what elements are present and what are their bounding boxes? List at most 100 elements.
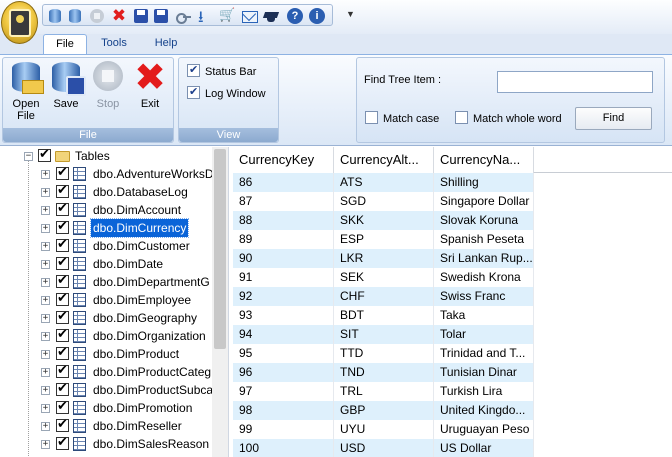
tree-scroll-thumb[interactable]	[214, 149, 226, 349]
cell-currency-alternate-key[interactable]: LKR	[334, 249, 434, 268]
cell-currency-name[interactable]: Tolar	[434, 325, 534, 344]
open-database-icon[interactable]	[47, 8, 63, 24]
expand-icon[interactable]: +	[41, 440, 50, 449]
tree-item[interactable]: + dbo.DimEmployee	[0, 290, 228, 309]
table-row[interactable]: 94 SIT Tolar	[233, 325, 534, 344]
tree-item[interactable]: + dbo.DimProductSubca	[0, 380, 228, 399]
column-header-currency-alternate-key[interactable]: CurrencyAlt...	[334, 147, 434, 173]
tree-checkbox[interactable]	[56, 272, 69, 290]
cell-currency-key[interactable]: 100	[233, 439, 334, 457]
table-row[interactable]: 93 BDT Taka	[233, 306, 534, 325]
collapse-icon[interactable]: −	[24, 152, 33, 161]
expand-icon[interactable]: +	[41, 350, 50, 359]
tree-checkbox[interactable]	[56, 416, 69, 434]
expand-icon[interactable]: +	[41, 332, 50, 341]
table-row[interactable]: 99 UYU Uruguayan Peso	[233, 420, 534, 439]
expand-icon[interactable]: +	[41, 224, 50, 233]
save-database-icon[interactable]	[67, 8, 83, 24]
tree-item[interactable]: + dbo.DimProduct	[0, 344, 228, 363]
cell-currency-key[interactable]: 87	[233, 192, 334, 211]
cell-currency-alternate-key[interactable]: TRL	[334, 382, 434, 401]
column-header-currency-key[interactable]: CurrencyKey	[233, 147, 334, 173]
tree-item-label[interactable]: dbo.AdventureWorksD	[91, 165, 216, 183]
tree-item[interactable]: + dbo.DimSalesReason	[0, 434, 228, 453]
table-row[interactable]: 89 ESP Spanish Peseta	[233, 230, 534, 249]
table-row[interactable]: 87 SGD Singapore Dollar	[233, 192, 534, 211]
cell-currency-key[interactable]: 94	[233, 325, 334, 344]
tree-checkbox[interactable]	[56, 182, 69, 200]
tree-checkbox[interactable]	[56, 164, 69, 182]
cell-currency-alternate-key[interactable]: GBP	[334, 401, 434, 420]
info-icon[interactable]: i	[309, 8, 325, 24]
tree-item-label[interactable]: dbo.DimAccount	[91, 201, 183, 219]
find-button[interactable]: Find	[575, 107, 652, 130]
expand-icon[interactable]: +	[41, 314, 50, 323]
tree-item-label[interactable]: dbo.DimReseller	[91, 417, 184, 435]
cell-currency-alternate-key[interactable]: USD	[334, 439, 434, 457]
exit-icon[interactable]: ✖	[111, 7, 127, 24]
mail-icon[interactable]	[241, 8, 258, 24]
graduation-cap-icon[interactable]	[263, 8, 279, 24]
tree-checkbox[interactable]	[56, 362, 69, 380]
tree-item[interactable]: + dbo.DimProductCateg	[0, 362, 228, 381]
tree-item[interactable]: + dbo.DatabaseLog	[0, 182, 228, 201]
cell-currency-key[interactable]: 96	[233, 363, 334, 382]
tree-item-label[interactable]: dbo.DimDate	[91, 255, 165, 273]
expand-icon[interactable]: +	[41, 278, 50, 287]
tree-item[interactable]: + dbo.DimAccount	[0, 200, 228, 219]
customize-toolbar-icon[interactable]: ▼	[346, 9, 355, 19]
save-button[interactable]: Save	[46, 60, 86, 128]
cell-currency-alternate-key[interactable]: SKK	[334, 211, 434, 230]
tree-item[interactable]: + dbo.DimCurrency	[0, 218, 228, 238]
table-row[interactable]: 90 LKR Sri Lankan Rup...	[233, 249, 534, 268]
key-icon[interactable]	[175, 8, 191, 24]
cell-currency-alternate-key[interactable]: SIT	[334, 325, 434, 344]
table-row[interactable]: 88 SKK Slovak Koruna	[233, 211, 534, 230]
tree-item[interactable]: + dbo.DimPromotion	[0, 398, 228, 417]
cell-currency-name[interactable]: Swiss Franc	[434, 287, 534, 306]
tree-item[interactable]: + dbo.DimDate	[0, 254, 228, 273]
cell-currency-name[interactable]: Sri Lankan Rup...	[434, 249, 534, 268]
cell-currency-key[interactable]: 98	[233, 401, 334, 420]
expand-icon[interactable]: +	[41, 404, 50, 413]
tab-tools[interactable]: Tools	[92, 34, 136, 54]
cell-currency-key[interactable]: 86	[233, 173, 334, 192]
tree-checkbox[interactable]	[56, 290, 69, 308]
tree-item-label[interactable]: dbo.DimProduct	[91, 345, 181, 363]
tree-item[interactable]: + dbo.AdventureWorksD	[0, 164, 228, 183]
tree-checkbox[interactable]	[56, 326, 69, 344]
tree-checkbox[interactable]	[56, 254, 69, 272]
expand-icon[interactable]: +	[41, 188, 50, 197]
cell-currency-key[interactable]: 90	[233, 249, 334, 268]
log-window-toggle[interactable]: Log Window	[187, 84, 266, 102]
tree-item-label[interactable]: dbo.DimCustomer	[91, 237, 192, 255]
match-case-option[interactable]: Match case	[365, 111, 439, 127]
tree-item-label[interactable]: dbo.DimProductSubca	[91, 381, 215, 399]
tree-scrollbar[interactable]	[212, 147, 228, 457]
expand-icon[interactable]: +	[41, 296, 50, 305]
cell-currency-key[interactable]: 97	[233, 382, 334, 401]
table-row[interactable]: 86 ATS Shilling	[233, 173, 534, 192]
tree-item-label[interactable]: dbo.DimPromotion	[91, 399, 194, 417]
cell-currency-key[interactable]: 89	[233, 230, 334, 249]
status-bar-checkbox[interactable]	[187, 62, 200, 78]
table-row[interactable]: 95 TTD Trinidad and T...	[233, 344, 534, 363]
match-whole-word-option[interactable]: Match whole word	[455, 111, 562, 127]
tree-root-label[interactable]: Tables	[73, 147, 112, 165]
cell-currency-alternate-key[interactable]: ESP	[334, 230, 434, 249]
tree-item[interactable]: + dbo.DimOrganization	[0, 326, 228, 345]
cell-currency-name[interactable]: Spanish Peseta	[434, 230, 534, 249]
expand-icon[interactable]: +	[41, 386, 50, 395]
cell-currency-key[interactable]: 93	[233, 306, 334, 325]
cart-icon[interactable]	[219, 8, 235, 24]
tree-item[interactable]: + dbo.DimDepartmentG	[0, 272, 228, 291]
tree-item-label[interactable]: dbo.DimSalesReason	[91, 435, 211, 453]
tree-checkbox[interactable]	[56, 380, 69, 398]
help-icon[interactable]: ?	[287, 8, 303, 24]
table-row[interactable]: 98 GBP United Kingdo...	[233, 401, 534, 420]
cell-currency-name[interactable]: Swedish Krona	[434, 268, 534, 287]
table-row[interactable]: 91 SEK Swedish Krona	[233, 268, 534, 287]
cell-currency-alternate-key[interactable]: SGD	[334, 192, 434, 211]
cell-currency-alternate-key[interactable]: BDT	[334, 306, 434, 325]
data-grid[interactable]: CurrencyKey CurrencyAlt... CurrencyNa...…	[233, 147, 672, 457]
